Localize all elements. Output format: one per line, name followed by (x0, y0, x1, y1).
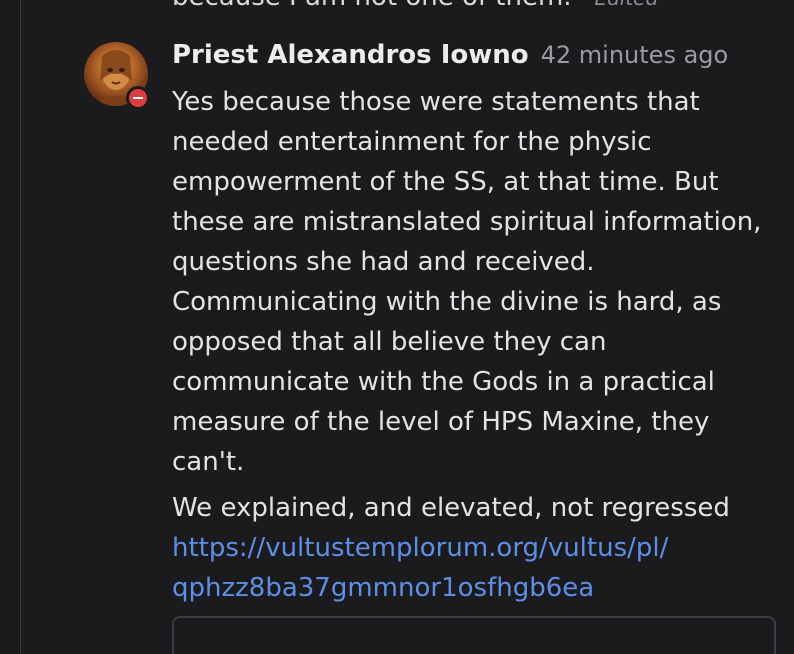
text-line: Yes because those were statements that (172, 87, 700, 117)
comment-body: Yes because those were statements that n… (172, 82, 782, 608)
text-line: opposed that all believe they can (172, 327, 607, 357)
text-line: Communicating with the divine is hard, a… (172, 287, 722, 317)
text-line: needed entertainment for the physic (172, 127, 652, 157)
do-not-disturb-icon (129, 89, 147, 107)
link-line-1[interactable]: https://vultustemplorum.org/vultus/pl/ (172, 533, 668, 563)
link-line-2[interactable]: qphzz8ba37gmmnor1osfhgb6ea (172, 573, 594, 603)
previous-comment-tail: because I am not one of them. · Edited (172, 0, 658, 12)
text-line: questions she had and received. (172, 247, 595, 277)
separator: · (580, 0, 586, 10)
comment-thread: because I am not one of them. · Edited P… (0, 0, 794, 654)
reply-input[interactable] (172, 616, 776, 654)
thread-line (20, 0, 21, 654)
paragraph-1: Yes because those were statements that n… (172, 82, 782, 482)
timestamp[interactable]: 42 minutes ago (541, 41, 729, 69)
comment-header: Priest Alexandros Iowno 42 minutes ago (172, 40, 728, 70)
text-line: these are mistranslated spiritual inform… (172, 207, 762, 237)
edited-label: Edited (594, 0, 658, 10)
post-link[interactable]: https://vultustemplorum.org/vultus/pl/qp… (172, 533, 668, 603)
previous-comment-text: because I am not one of them. (172, 0, 572, 12)
author-name[interactable]: Priest Alexandros Iowno (172, 40, 529, 70)
status-badge (126, 86, 150, 110)
text-line: can't. (172, 447, 245, 477)
paragraph-2: We explained, and elevated, not regresse… (172, 488, 782, 608)
text-line: communicate with the Gods in a practical (172, 367, 715, 397)
text-line: empowerment of the SS, at that time. But (172, 167, 719, 197)
text-line: measure of the level of HPS Maxine, they (172, 407, 710, 437)
text-line: We explained, and elevated, not regresse… (172, 493, 730, 523)
